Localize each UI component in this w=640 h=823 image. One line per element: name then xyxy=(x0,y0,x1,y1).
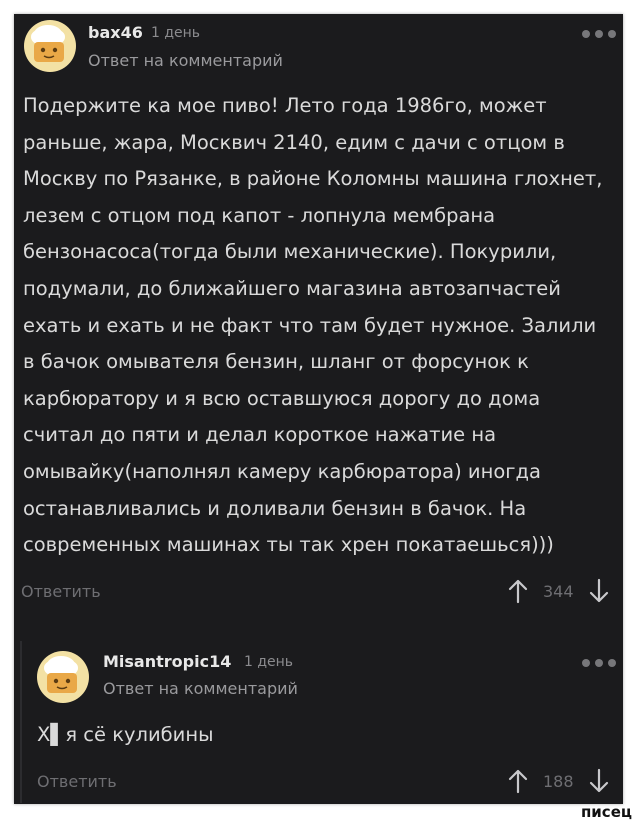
upvote-arrow-icon[interactable] xyxy=(507,768,529,794)
more-dots-icon xyxy=(608,659,616,667)
comment-body: Подержите ка мое пиво! Лето года 1986го,… xyxy=(23,94,603,557)
reply-vote-controls: 188 xyxy=(507,768,610,794)
reply-more-button[interactable] xyxy=(582,658,616,668)
comment-more-button[interactable] xyxy=(582,29,616,39)
more-dots-icon xyxy=(595,30,603,38)
more-dots-icon xyxy=(595,659,603,667)
reply-time: 1 день xyxy=(244,654,294,670)
thread-line xyxy=(20,641,22,803)
comment-username[interactable]: bax46 xyxy=(88,23,143,42)
avatar-misantropic14[interactable] xyxy=(37,651,89,703)
avatar-bax46[interactable] xyxy=(24,20,76,72)
reply-body: Х▌я сё кулибины xyxy=(37,723,214,746)
comment-vote-controls: 344 xyxy=(507,578,610,604)
avatar-icon xyxy=(44,656,78,693)
more-dots-icon xyxy=(582,659,590,667)
watermark: писец xyxy=(580,803,632,821)
comment-reply-to-link[interactable]: Ответ на комментарий xyxy=(88,51,283,70)
reply-username[interactable]: Misantropic14 xyxy=(103,652,231,671)
comment-score: 344 xyxy=(543,581,574,601)
reply-reply-button[interactable]: Ответить xyxy=(37,772,117,791)
downvote-arrow-icon[interactable] xyxy=(588,578,610,604)
upvote-arrow-icon[interactable] xyxy=(507,578,529,604)
downvote-arrow-icon[interactable] xyxy=(588,768,610,794)
more-dots-icon xyxy=(582,30,590,38)
comment-time: 1 день xyxy=(151,25,201,41)
more-dots-icon xyxy=(608,30,616,38)
comment-thread: bax46 1 день Ответ на комментарий Подерж… xyxy=(14,14,623,804)
reply-reply-to-link[interactable]: Ответ на комментарий xyxy=(103,679,298,698)
reply-score: 188 xyxy=(543,771,574,791)
avatar-icon xyxy=(31,25,65,62)
comment-reply-button[interactable]: Ответить xyxy=(21,582,101,601)
